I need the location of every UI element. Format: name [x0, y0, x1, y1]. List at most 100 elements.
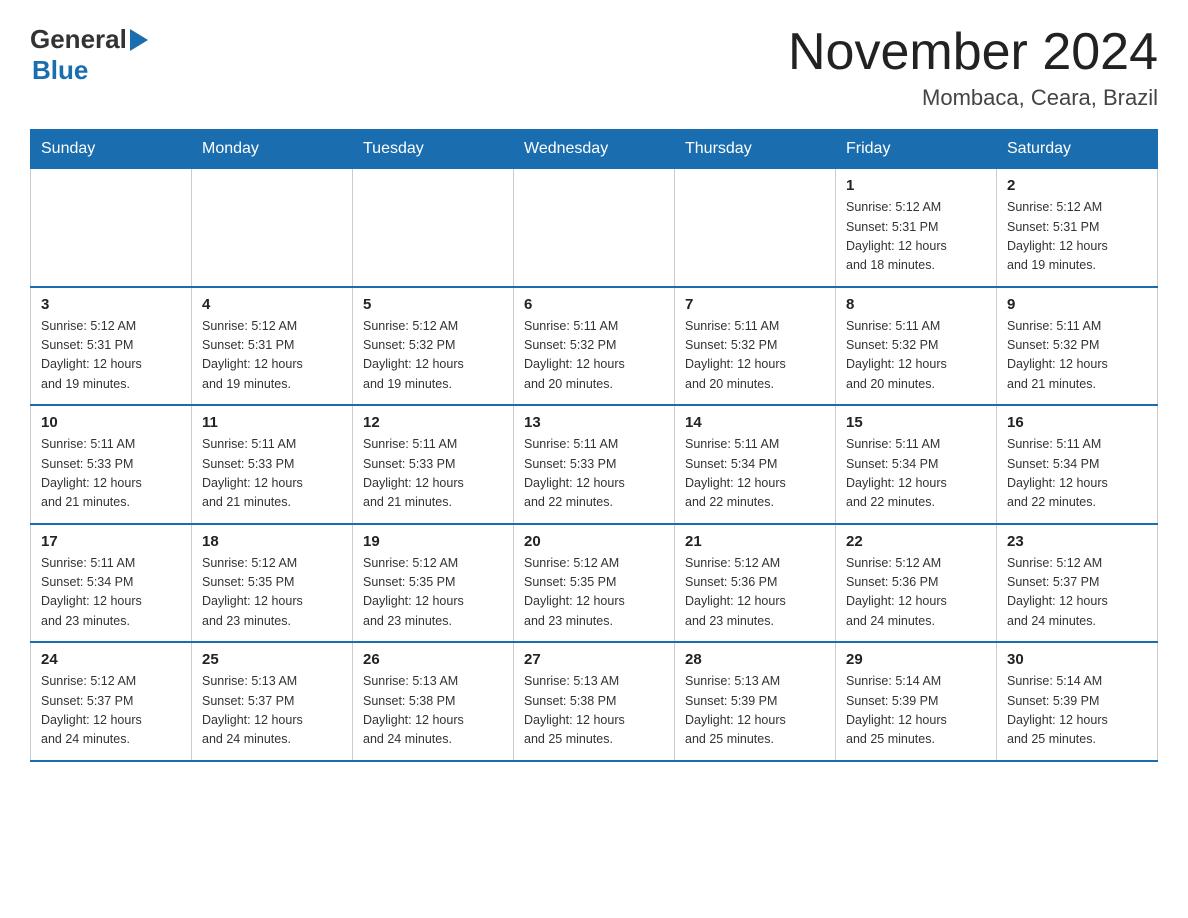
day-number: 29: [846, 651, 986, 668]
day-number: 5: [363, 296, 503, 313]
calendar-cell: 24Sunrise: 5:12 AMSunset: 5:37 PMDayligh…: [31, 642, 192, 761]
day-info: Sunrise: 5:12 AMSunset: 5:31 PMDaylight:…: [41, 317, 181, 395]
day-info: Sunrise: 5:11 AMSunset: 5:34 PMDaylight:…: [1007, 435, 1147, 513]
calendar-cell: 17 Sunrise: 5:11 AMSunset: 5:34 PMDayligh…: [31, 524, 192, 643]
day-number: 20: [524, 533, 664, 550]
calendar-cell: 7Sunrise: 5:11 AMSunset: 5:32 PMDaylight…: [675, 287, 836, 406]
day-number: 25: [202, 651, 342, 668]
header-sunday: Sunday: [31, 130, 192, 169]
header-friday: Friday: [836, 130, 997, 169]
day-info: Sunrise: 5:11 AMSunset: 5:34 PMDaylight:…: [846, 435, 986, 513]
logo-triangle-icon: [130, 29, 148, 51]
calendar-cell: 28Sunrise: 5:13 AMSunset: 5:39 PMDayligh…: [675, 642, 836, 761]
header-monday: Monday: [192, 130, 353, 169]
week-row-5: 24Sunrise: 5:12 AMSunset: 5:37 PMDayligh…: [31, 642, 1158, 761]
logo: General Blue: [30, 24, 148, 86]
day-number: 15: [846, 414, 986, 431]
day-number: 17: [41, 533, 181, 550]
day-number: 1: [846, 177, 986, 194]
day-info: Sunrise: 5:11 AMSunset: 5:33 PMDaylight:…: [41, 435, 181, 513]
calendar-cell: 20 Sunrise: 5:12 AMSunset: 5:35 PMDayligh…: [514, 524, 675, 643]
calendar-cell: 6 Sunrise: 5:11 AMSunset: 5:32 PMDaylight…: [514, 287, 675, 406]
day-number: 16: [1007, 414, 1147, 431]
calendar-cell: 11 Sunrise: 5:11 AMSunset: 5:33 PMDayligh…: [192, 405, 353, 524]
day-info: Sunrise: 5:12 AMSunset: 5:31 PMDaylight:…: [1007, 198, 1147, 276]
day-number: 21: [685, 533, 825, 550]
calendar-cell: 5 Sunrise: 5:12 AMSunset: 5:32 PMDaylight…: [353, 287, 514, 406]
calendar-cell: [31, 169, 192, 287]
day-info: Sunrise: 5:12 AMSunset: 5:31 PMDaylight:…: [202, 317, 342, 395]
logo-blue: Blue: [32, 55, 88, 86]
calendar-cell: 15 Sunrise: 5:11 AMSunset: 5:34 PMDayligh…: [836, 405, 997, 524]
calendar-cell: 14Sunrise: 5:11 AMSunset: 5:34 PMDayligh…: [675, 405, 836, 524]
calendar-table: SundayMondayTuesdayWednesdayThursdayFrid…: [30, 129, 1158, 762]
day-info: Sunrise: 5:11 AMSunset: 5:32 PMDaylight:…: [1007, 317, 1147, 395]
header-row: SundayMondayTuesdayWednesdayThursdayFrid…: [31, 130, 1158, 169]
calendar-cell: [514, 169, 675, 287]
calendar-cell: 21 Sunrise: 5:12 AMSunset: 5:36 PMDayligh…: [675, 524, 836, 643]
day-number: 27: [524, 651, 664, 668]
day-number: 14: [685, 414, 825, 431]
day-info: Sunrise: 5:11 AMSunset: 5:32 PMDaylight:…: [846, 317, 986, 395]
day-info: Sunrise: 5:12 AMSunset: 5:35 PMDaylight:…: [202, 554, 342, 632]
calendar-cell: 13 Sunrise: 5:11 AMSunset: 5:33 PMDayligh…: [514, 405, 675, 524]
calendar-cell: 16 Sunrise: 5:11 AMSunset: 5:34 PMDayligh…: [997, 405, 1158, 524]
day-info: Sunrise: 5:11 AMSunset: 5:34 PMDaylight:…: [41, 554, 181, 632]
day-number: 3: [41, 296, 181, 313]
day-info: Sunrise: 5:12 AMSunset: 5:36 PMDaylight:…: [685, 554, 825, 632]
day-number: 9: [1007, 296, 1147, 313]
calendar-cell: 22 Sunrise: 5:12 AMSunset: 5:36 PMDayligh…: [836, 524, 997, 643]
calendar-cell: 27 Sunrise: 5:13 AMSunset: 5:38 PMDayligh…: [514, 642, 675, 761]
day-info: Sunrise: 5:13 AMSunset: 5:38 PMDaylight:…: [524, 672, 664, 750]
calendar-cell: 8 Sunrise: 5:11 AMSunset: 5:32 PMDaylight…: [836, 287, 997, 406]
week-row-3: 10 Sunrise: 5:11 AMSunset: 5:33 PMDayligh…: [31, 405, 1158, 524]
day-number: 12: [363, 414, 503, 431]
day-info: Sunrise: 5:12 AMSunset: 5:37 PMDaylight:…: [1007, 554, 1147, 632]
day-number: 4: [202, 296, 342, 313]
calendar-cell: 9 Sunrise: 5:11 AMSunset: 5:32 PMDaylight…: [997, 287, 1158, 406]
location-subtitle: Mombaca, Ceara, Brazil: [788, 85, 1158, 111]
day-number: 13: [524, 414, 664, 431]
header-tuesday: Tuesday: [353, 130, 514, 169]
day-number: 22: [846, 533, 986, 550]
day-info: Sunrise: 5:12 AMSunset: 5:36 PMDaylight:…: [846, 554, 986, 632]
calendar-cell: 4 Sunrise: 5:12 AMSunset: 5:31 PMDaylight…: [192, 287, 353, 406]
day-info: Sunrise: 5:14 AMSunset: 5:39 PMDaylight:…: [846, 672, 986, 750]
header-saturday: Saturday: [997, 130, 1158, 169]
day-number: 10: [41, 414, 181, 431]
calendar-cell: 30Sunrise: 5:14 AMSunset: 5:39 PMDayligh…: [997, 642, 1158, 761]
calendar-cell: 2 Sunrise: 5:12 AMSunset: 5:31 PMDaylight…: [997, 169, 1158, 287]
calendar-cell: [353, 169, 514, 287]
header: General Blue November 2024 Mombaca, Cear…: [30, 24, 1158, 111]
day-number: 11: [202, 414, 342, 431]
calendar-cell: 1Sunrise: 5:12 AMSunset: 5:31 PMDaylight…: [836, 169, 997, 287]
day-number: 30: [1007, 651, 1147, 668]
calendar-cell: 3 Sunrise: 5:12 AMSunset: 5:31 PMDaylight…: [31, 287, 192, 406]
day-info: Sunrise: 5:11 AMSunset: 5:33 PMDaylight:…: [202, 435, 342, 513]
day-number: 7: [685, 296, 825, 313]
day-number: 23: [1007, 533, 1147, 550]
day-info: Sunrise: 5:11 AMSunset: 5:32 PMDaylight:…: [524, 317, 664, 395]
week-row-4: 17 Sunrise: 5:11 AMSunset: 5:34 PMDayligh…: [31, 524, 1158, 643]
day-info: Sunrise: 5:13 AMSunset: 5:39 PMDaylight:…: [685, 672, 825, 750]
day-number: 6: [524, 296, 664, 313]
calendar-cell: [192, 169, 353, 287]
calendar-header: SundayMondayTuesdayWednesdayThursdayFrid…: [31, 130, 1158, 169]
header-thursday: Thursday: [675, 130, 836, 169]
week-row-2: 3 Sunrise: 5:12 AMSunset: 5:31 PMDaylight…: [31, 287, 1158, 406]
day-info: Sunrise: 5:11 AMSunset: 5:33 PMDaylight:…: [524, 435, 664, 513]
calendar-body: 1 Sunrise: 5:12 AMSunset: 5:31 PMDaylight…: [31, 169, 1158, 761]
day-info: Sunrise: 5:12 AMSunset: 5:32 PMDaylight:…: [363, 317, 503, 395]
calendar-cell: 29 Sunrise: 5:14 AMSunset: 5:39 PMDayligh…: [836, 642, 997, 761]
day-info: Sunrise: 5:12 AMSunset: 5:35 PMDaylight:…: [524, 554, 664, 632]
title-section: November 2024 Mombaca, Ceara, Brazil: [788, 24, 1158, 111]
calendar-cell: 18Sunrise: 5:12 AMSunset: 5:35 PMDayligh…: [192, 524, 353, 643]
day-number: 2: [1007, 177, 1147, 194]
calendar-cell: 25Sunrise: 5:13 AMSunset: 5:37 PMDayligh…: [192, 642, 353, 761]
day-number: 8: [846, 296, 986, 313]
day-info: Sunrise: 5:12 AMSunset: 5:37 PMDaylight:…: [41, 672, 181, 750]
day-info: Sunrise: 5:13 AMSunset: 5:38 PMDaylight:…: [363, 672, 503, 750]
day-number: 19: [363, 533, 503, 550]
calendar-cell: 10 Sunrise: 5:11 AMSunset: 5:33 PMDayligh…: [31, 405, 192, 524]
day-number: 26: [363, 651, 503, 668]
